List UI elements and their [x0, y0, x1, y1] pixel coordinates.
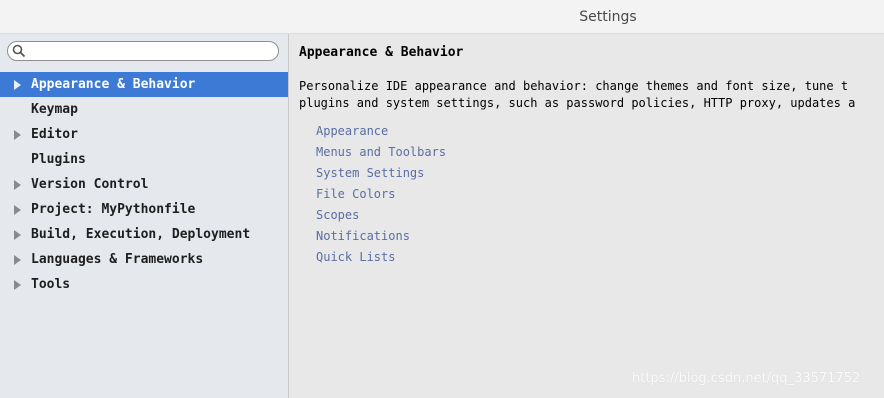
- search-input[interactable]: [28, 43, 277, 61]
- link-scopes[interactable]: Scopes: [316, 207, 446, 228]
- sidebar-item-label: Plugins: [31, 152, 86, 167]
- link-quick-lists[interactable]: Quick Lists: [316, 249, 446, 270]
- description-line: Personalize IDE appearance and behavior:…: [299, 79, 849, 93]
- description-line: plugins and system settings, such as pas…: [299, 96, 856, 110]
- sidebar-item-languages-frameworks[interactable]: Languages & Frameworks: [0, 247, 288, 272]
- sidebar-item-appearance-behavior[interactable]: Appearance & Behavior: [0, 72, 288, 97]
- link-appearance[interactable]: Appearance: [316, 123, 446, 144]
- sidebar-item-tools[interactable]: Tools: [0, 272, 288, 297]
- settings-tree: Appearance & Behavior Keymap Editor Plug…: [0, 72, 288, 297]
- sidebar-item-label: Project: MyPythonfile: [31, 202, 196, 217]
- sidebar-item-label: Build, Execution, Deployment: [31, 227, 251, 242]
- sidebar-item-label: Keymap: [31, 102, 78, 117]
- link-menus-toolbars[interactable]: Menus and Toolbars: [316, 144, 446, 165]
- watermark: https://blog.csdn.net/qq_33571752: [632, 371, 861, 386]
- link-file-colors[interactable]: File Colors: [316, 186, 446, 207]
- chevron-right-icon[interactable]: [14, 205, 21, 215]
- sidebar-item-label: Tools: [31, 277, 71, 292]
- title-bar: Settings: [0, 0, 884, 34]
- chevron-right-icon[interactable]: [14, 280, 21, 290]
- sidebar-item-label: Appearance & Behavior: [31, 77, 196, 92]
- sidebar-item-project[interactable]: Project: MyPythonfile: [0, 197, 288, 222]
- chevron-right-icon[interactable]: [14, 80, 21, 90]
- chevron-right-icon[interactable]: [14, 230, 21, 240]
- chevron-right-icon[interactable]: [14, 130, 21, 140]
- chevron-right-icon[interactable]: [14, 180, 21, 190]
- sidebar-item-label: Editor: [31, 127, 78, 142]
- link-system-settings[interactable]: System Settings: [316, 165, 446, 186]
- window-title: Settings: [579, 8, 637, 25]
- sidebar-item-label: Languages & Frameworks: [31, 252, 204, 267]
- search-field[interactable]: [7, 41, 279, 61]
- search-icon: [12, 44, 26, 58]
- link-notifications[interactable]: Notifications: [316, 228, 446, 249]
- sidebar-item-plugins[interactable]: Plugins: [0, 147, 288, 172]
- sidebar-item-label: Version Control: [31, 177, 149, 192]
- settings-sidebar: Appearance & Behavior Keymap Editor Plug…: [0, 34, 289, 398]
- subpage-links: Appearance Menus and Toolbars System Set…: [316, 123, 446, 270]
- page-title: Appearance & Behavior: [299, 45, 464, 60]
- sidebar-item-version-control[interactable]: Version Control: [0, 172, 288, 197]
- chevron-right-icon[interactable]: [14, 255, 21, 265]
- settings-content: Appearance & Behavior Personalize IDE ap…: [289, 34, 884, 398]
- sidebar-item-editor[interactable]: Editor: [0, 122, 288, 147]
- page-description: Personalize IDE appearance and behavior:…: [299, 78, 884, 112]
- sidebar-item-build-execution-deployment[interactable]: Build, Execution, Deployment: [0, 222, 288, 247]
- sidebar-item-keymap[interactable]: Keymap: [0, 97, 288, 122]
